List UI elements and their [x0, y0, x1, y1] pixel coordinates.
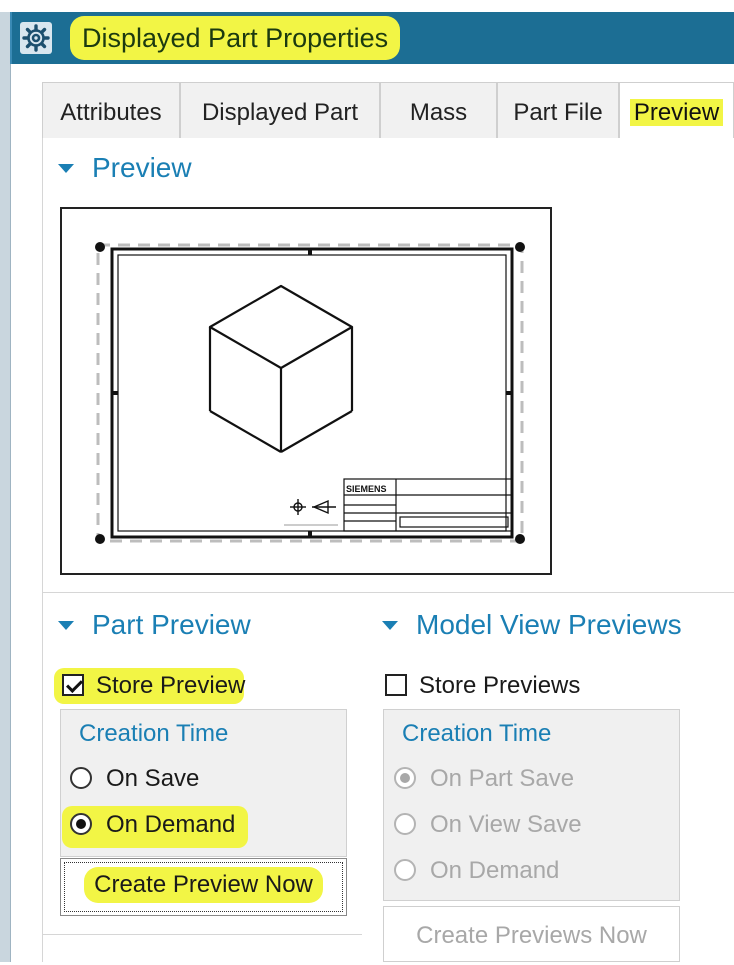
section-divider — [42, 934, 362, 935]
on-save-label: On Save — [106, 765, 200, 792]
part-preview-section-header[interactable]: Part Preview — [58, 609, 251, 641]
create-preview-now-label: Create Preview Now — [84, 867, 323, 903]
section-divider — [42, 592, 734, 593]
tab-attributes[interactable]: Attributes — [42, 82, 180, 138]
store-preview-checkbox[interactable] — [62, 674, 84, 696]
on-demand-model-label: On Demand — [430, 857, 560, 884]
on-part-save-label: On Part Save — [430, 765, 575, 792]
tab-part-file[interactable]: Part File — [497, 82, 619, 138]
tab-label: Part File — [513, 99, 603, 126]
window-title: Displayed Part Properties — [70, 16, 401, 60]
store-previews-checkbox[interactable] — [385, 674, 407, 696]
collapse-caret-icon — [58, 620, 74, 630]
store-previews-label: Store Previews — [419, 672, 581, 699]
background-window-strip — [0, 0, 734, 12]
tab-label: Displayed Part — [201, 99, 359, 126]
gear-icon — [20, 22, 52, 54]
tab-label: Attributes — [60, 99, 162, 126]
on-part-save-radio[interactable] — [394, 767, 416, 789]
on-save-radio[interactable] — [70, 767, 92, 789]
window-left-frame — [0, 12, 10, 962]
store-preview-label: Store Preview — [96, 672, 246, 699]
creation-time-title: Creation Time — [402, 720, 552, 747]
tab-bar: Attributes Displayed Part Mass Part File… — [42, 82, 734, 139]
tab-label: Preview — [629, 99, 724, 126]
tab-label: Mass — [409, 99, 468, 126]
part-preview-title: Part Preview — [92, 609, 251, 640]
create-preview-now-button[interactable]: Create Preview Now — [60, 858, 347, 916]
drawing-sheet-graphic: SIEMENS — [95, 242, 525, 544]
on-demand-label: On Demand — [106, 811, 236, 838]
on-demand-model-radio[interactable] — [394, 859, 416, 881]
title-bar[interactable]: Displayed Part Properties — [10, 12, 734, 64]
collapse-caret-icon — [382, 620, 398, 630]
on-view-save-label: On View Save — [430, 811, 582, 838]
title-block-brand: SIEMENS — [346, 484, 387, 494]
preview-section-header[interactable]: Preview — [58, 152, 192, 184]
model-view-previews-section-header[interactable]: Model View Previews — [382, 609, 682, 641]
on-demand-radio[interactable] — [70, 813, 92, 835]
create-previews-now-label: Create Previews Now — [416, 922, 647, 949]
collapse-caret-icon — [58, 163, 74, 173]
create-previews-now-button[interactable]: Create Previews Now — [383, 906, 680, 962]
tab-mass[interactable]: Mass — [380, 82, 497, 138]
tab-preview[interactable]: Preview — [619, 82, 734, 139]
drawing-preview-image: SIEMENS — [60, 207, 552, 575]
creation-time-title: Creation Time — [79, 720, 229, 747]
on-view-save-radio[interactable] — [394, 813, 416, 835]
tab-displayed-part[interactable]: Displayed Part — [180, 82, 380, 138]
model-view-previews-title: Model View Previews — [416, 609, 682, 640]
preview-section-title: Preview — [92, 152, 192, 183]
